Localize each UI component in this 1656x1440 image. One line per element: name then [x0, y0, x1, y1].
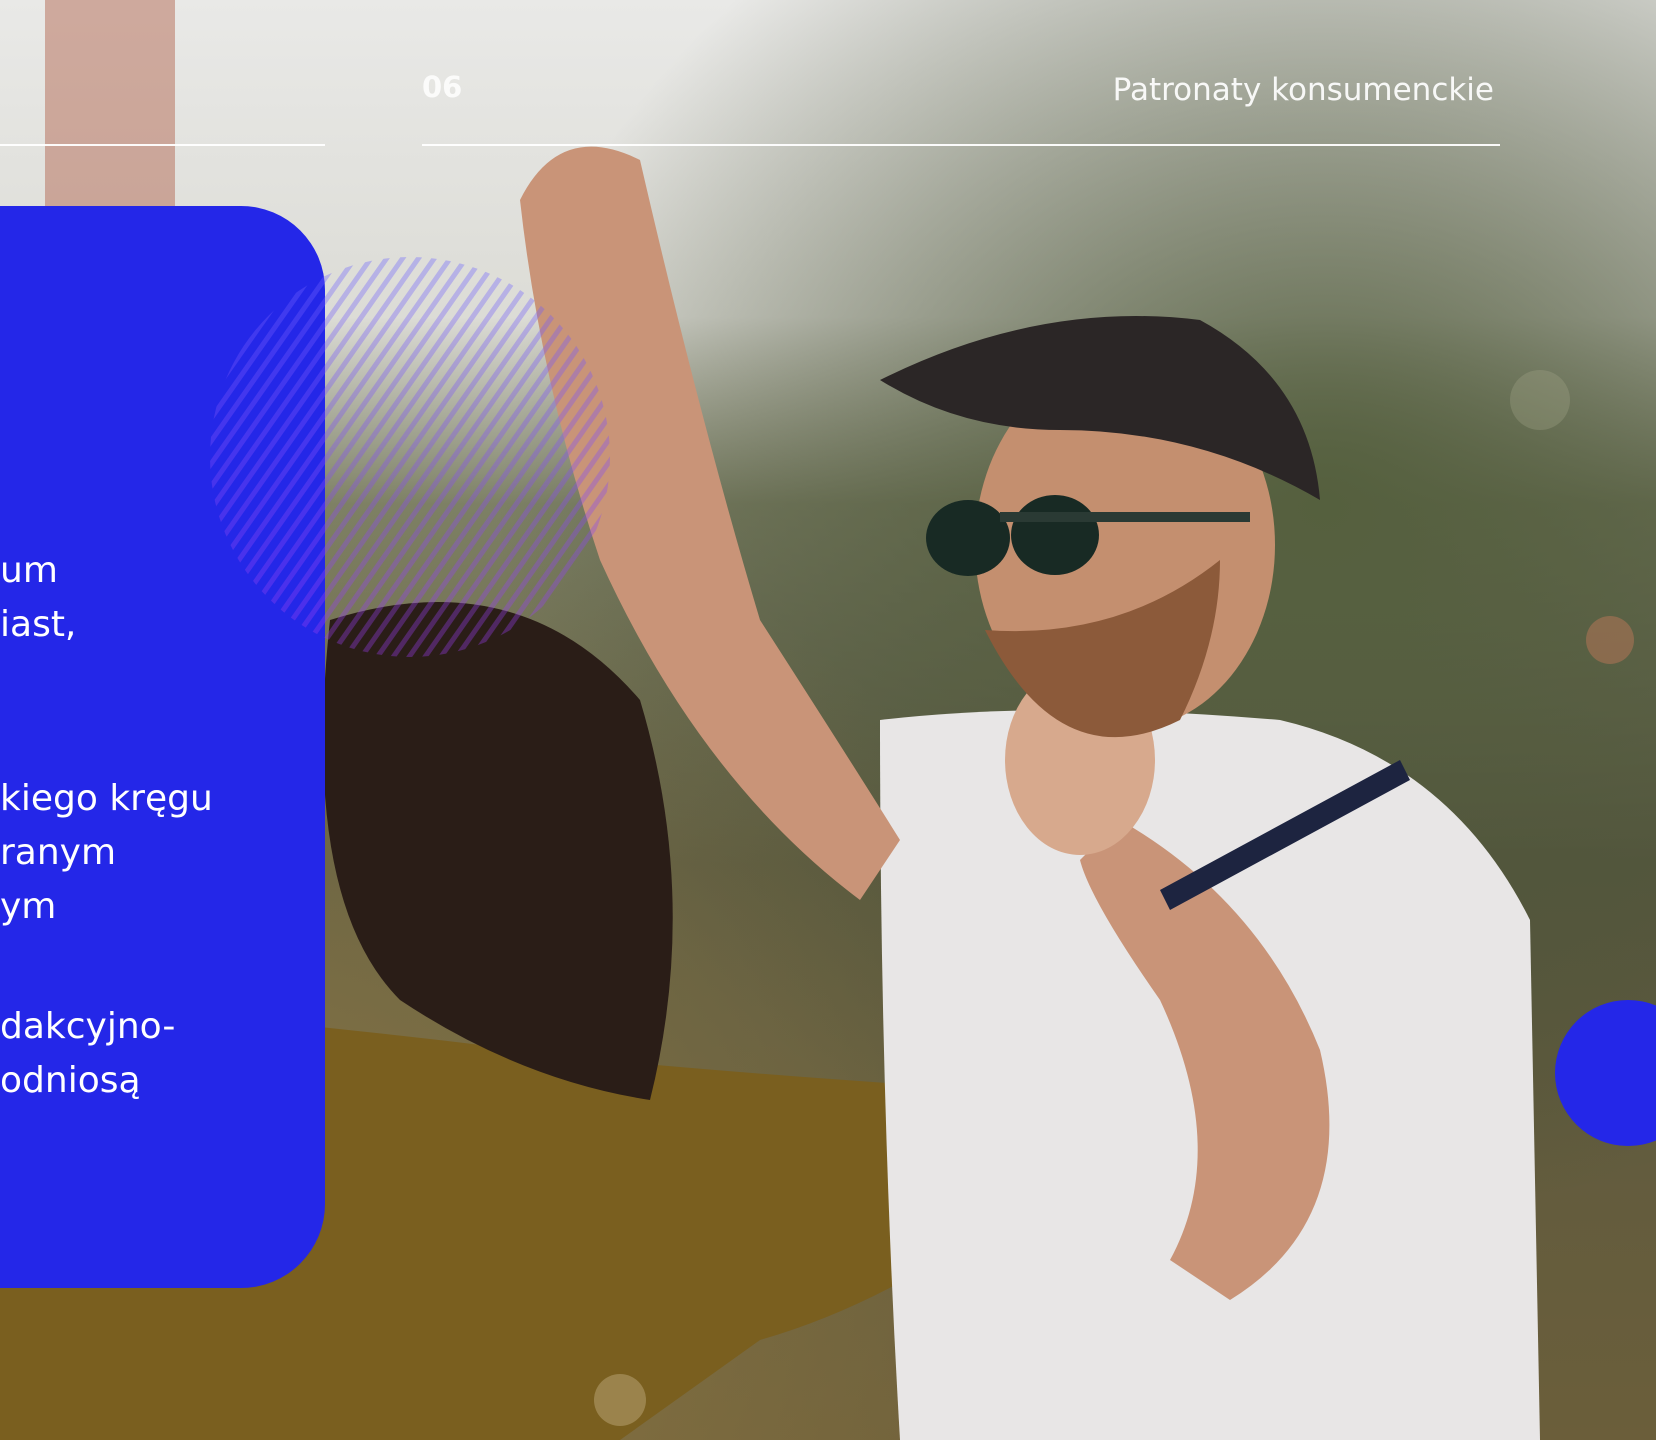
section-title: Patronaty konsumenckie: [1112, 72, 1494, 108]
header-divider-right: [422, 144, 1500, 146]
header-divider-left: [0, 144, 325, 146]
hatch-pattern: [210, 257, 610, 657]
card-line: ym: [0, 886, 57, 927]
card-line: dakcyjno-: [0, 1006, 176, 1047]
card-line: odniosą: [0, 1060, 141, 1101]
card-paragraph-2: kiego kręgu ranym ym: [0, 772, 325, 934]
card-line: kiego kręgu: [0, 778, 213, 819]
hatched-circle-decoration: [210, 257, 610, 657]
page-number: 06: [422, 70, 463, 104]
card-paragraph-3: dakcyjno- odniosą: [0, 1000, 325, 1108]
card-line: ranym: [0, 832, 117, 873]
